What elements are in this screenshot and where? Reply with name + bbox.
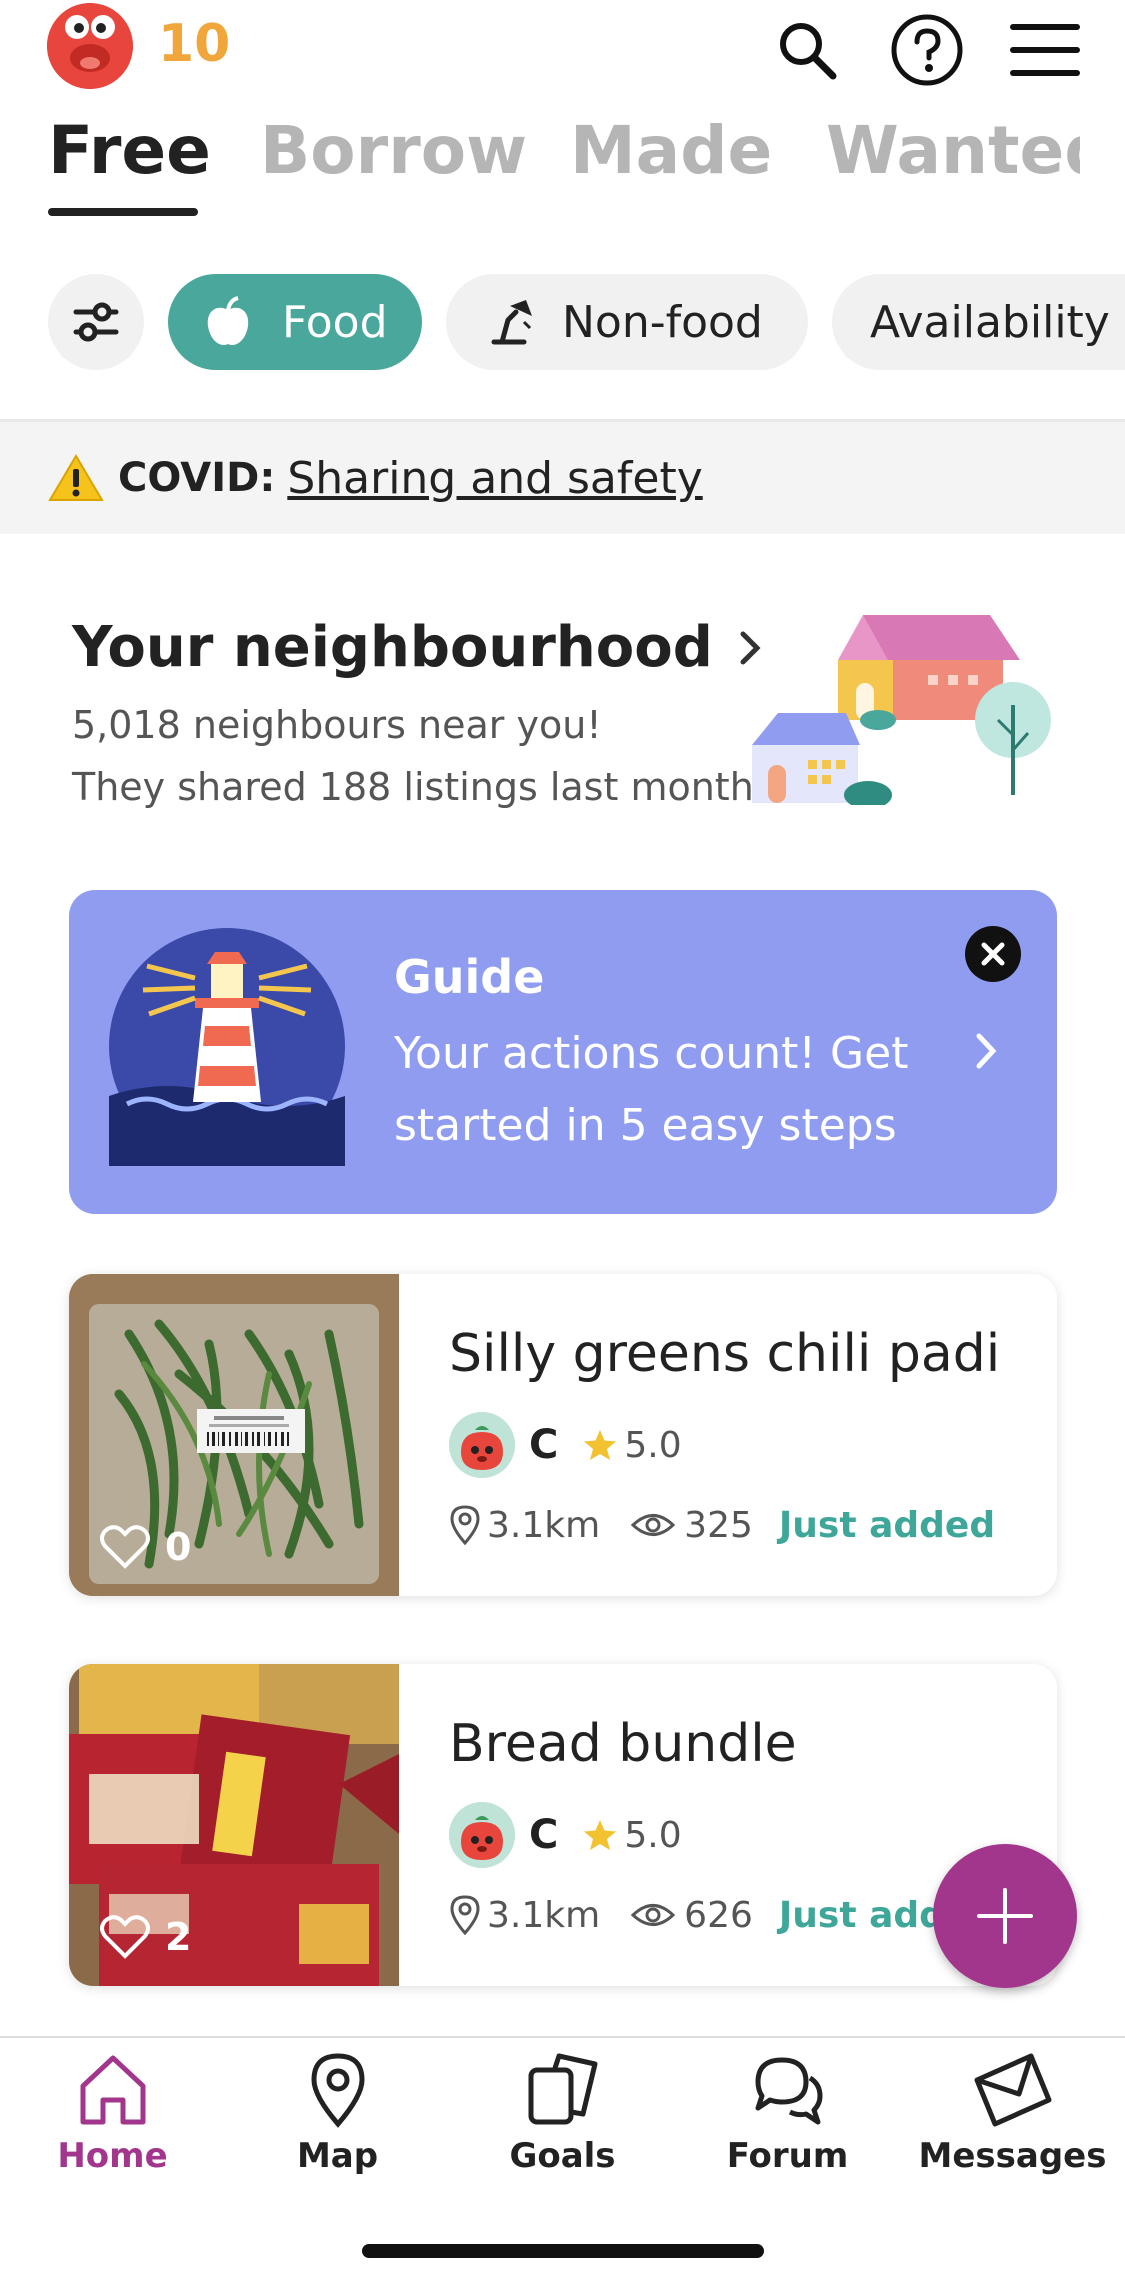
eye-icon [630,1904,676,1926]
add-listing-button[interactable] [933,1844,1077,1988]
user-name: C [529,1422,559,1468]
guide-title: Guide [394,950,545,1004]
listing-title: Silly greens chili padi [449,1324,1001,1384]
like-button[interactable]: 0 [99,1524,191,1570]
home-indicator [362,2244,764,2258]
warning-icon [48,454,104,501]
covid-label: COVID: [118,455,276,501]
location-pin-icon [450,1505,480,1546]
like-count: 2 [165,1915,192,1959]
neighbourhood-title: Your neighbourhood [72,615,713,680]
lighthouse-icon [109,928,345,1166]
nav-label: Forum [726,2136,849,2176]
tab-borrow[interactable]: Borrow [260,112,527,189]
close-guide-button[interactable] [965,926,1021,982]
star-icon [584,1430,617,1460]
like-count: 0 [165,1525,192,1569]
home-icon [80,2055,145,2125]
listing-meta: 3.1km 325 Just added [449,1504,995,1546]
goals-icon [528,2053,597,2125]
filter-button[interactable] [48,274,144,370]
nav-map[interactable]: Map [225,2052,450,2176]
chevron-right-icon [976,1033,997,1069]
neighbours-count: 5,018 neighbours near you! [72,703,602,747]
tab-wanted[interactable]: Wanted [826,112,1080,189]
close-icon [981,942,1005,966]
plus-icon [977,1888,1033,1944]
sliders-icon [73,302,119,342]
listing-card[interactable]: 2 Bread bundle C 5.0 3.1km 626 Just adde… [69,1664,1057,1986]
chip-availability[interactable]: Availability [832,274,1125,370]
tab-free[interactable]: Free [48,112,211,189]
nav-label: Goals [509,2136,616,2176]
avatar [449,1412,515,1478]
heart-icon [100,1525,150,1569]
heart-icon [100,1915,150,1959]
houses-illustration [752,615,1051,805]
chip-non-food-label: Non-food [562,296,763,348]
active-tab-indicator [48,208,198,216]
nav-goals[interactable]: Goals [450,2052,675,2176]
tab-bar: Free Borrow Made Wanted [0,100,1080,200]
guide-text: Your actions count! Get started in 5 eas… [394,1028,909,1151]
messages-icon [974,2053,1051,2127]
nav-label: Messages [918,2136,1107,2176]
chip-availability-label: Availability [870,296,1110,348]
listing-distance: 3.1km [487,1894,601,1936]
neighbourhood-header[interactable]: Your neighbourhood [72,615,765,680]
listings-shared: They shared 188 listings last month [72,765,754,809]
chip-food-label: Food [282,296,388,348]
listing-meta: 3.1km 626 Just added [449,1894,995,1936]
menu-icon[interactable] [1005,10,1085,90]
nav-home[interactable]: Home [0,2052,225,2176]
location-pin-icon [450,1895,480,1936]
lamp-icon [491,300,532,345]
nav-messages[interactable]: Messages [900,2052,1125,2176]
listing-user[interactable]: C 5.0 [449,1802,682,1868]
like-button[interactable]: 2 [99,1914,191,1960]
user-name: C [529,1812,559,1858]
covid-banner: COVID: Sharing and safety [0,419,1125,534]
nav-label: Map [296,2136,379,2176]
listing-title: Bread bundle [449,1714,797,1774]
karma-count: 10 [158,14,231,74]
avatar [449,1802,515,1868]
map-pin-icon [310,2053,365,2128]
search-icon[interactable] [767,10,847,90]
listing-views: 325 [684,1504,753,1546]
nav-forum[interactable]: Forum [675,2052,900,2176]
covid-safety-link[interactable]: Sharing and safety [287,453,702,504]
eye-icon [630,1514,676,1536]
star-icon [584,1820,617,1850]
tab-made[interactable]: Made [570,112,772,189]
forum-icon [755,2057,822,2125]
chip-non-food[interactable]: Non-food [446,274,808,370]
listing-status: Just added [778,1504,996,1546]
help-icon[interactable] [887,10,967,90]
listing-views: 626 [684,1894,753,1936]
listing-user[interactable]: C 5.0 [449,1412,682,1478]
chip-food[interactable]: Food [168,274,422,370]
apple-icon [207,296,249,346]
nav-label: Home [57,2136,168,2176]
user-rating: 5.0 [624,1814,682,1856]
listing-card[interactable]: 0 Silly greens chili padi C 5.0 3.1km 32… [69,1274,1057,1596]
profile-avatar[interactable] [47,3,133,89]
listing-distance: 3.1km [487,1504,601,1546]
user-rating: 5.0 [624,1424,682,1466]
guide-card[interactable]: Guide Your actions count! Get started in… [69,890,1057,1214]
